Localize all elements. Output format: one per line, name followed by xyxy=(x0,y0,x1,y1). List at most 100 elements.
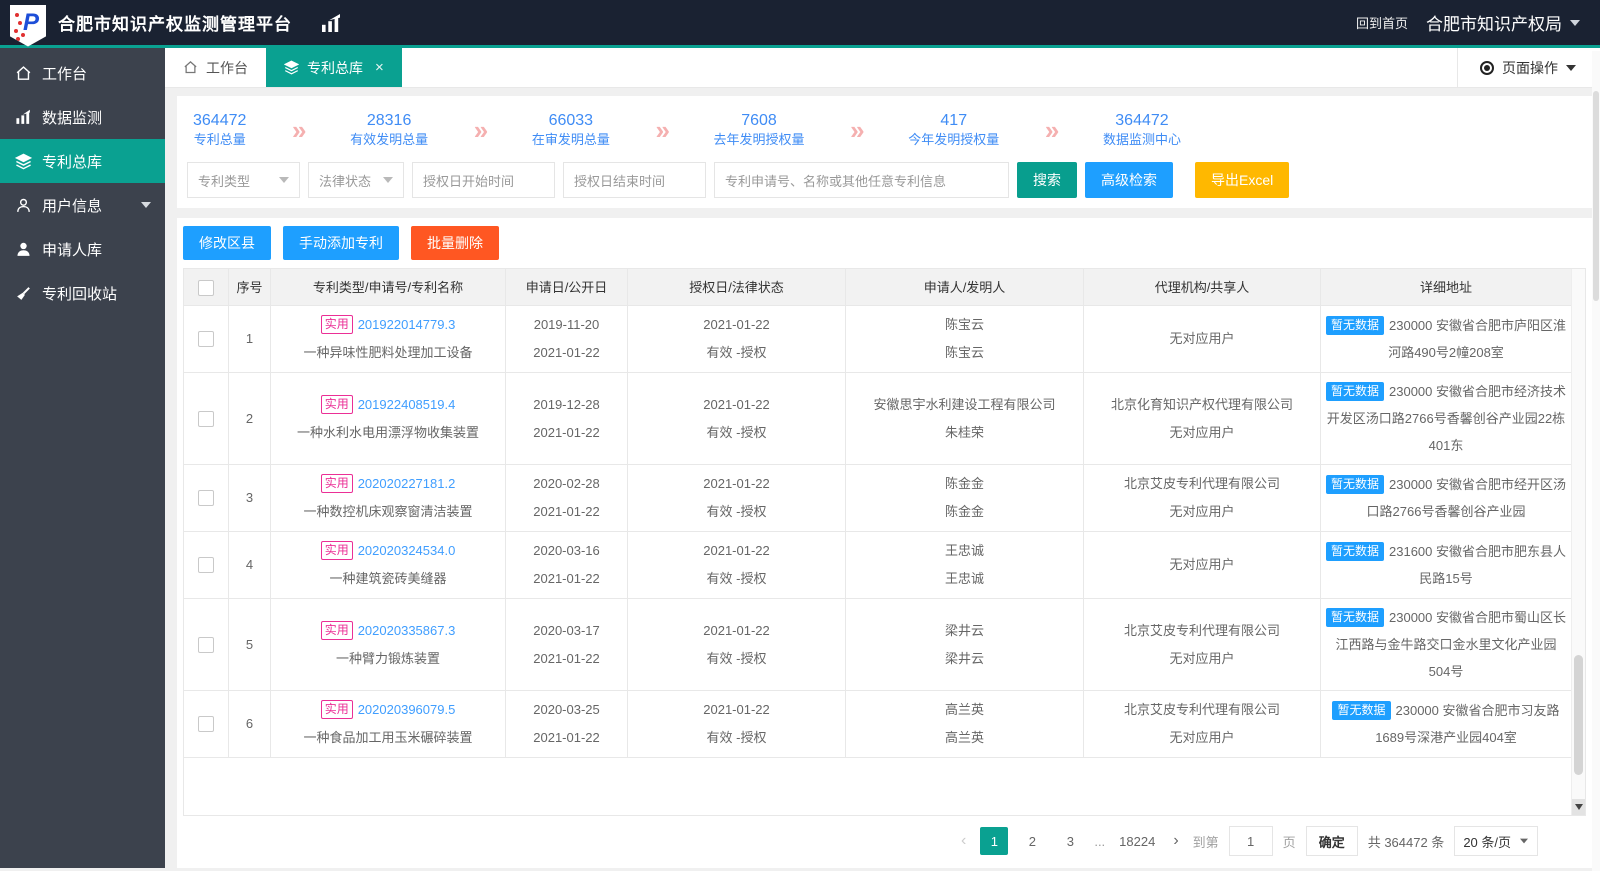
grant-date-start-input[interactable]: 授权日开始时间 xyxy=(412,162,555,198)
patent-name: 一种水利水电用漂浮物收集装置 xyxy=(297,419,479,447)
stat-thisyear-grant[interactable]: 417 今年发明授权量 xyxy=(902,111,1005,149)
advanced-search-button[interactable]: 高级检索 xyxy=(1085,162,1173,198)
sharer: 无对应用户 xyxy=(1169,724,1234,752)
stat-valid-invention[interactable]: 28316 有效发明总量 xyxy=(344,111,434,149)
grant-date-end-input[interactable]: 授权日结束时间 xyxy=(563,162,706,198)
address-text: 230000 安徽省合肥市庐阳区淮河路490号2幢208室 xyxy=(1388,318,1566,360)
row-checkbox-cell xyxy=(184,306,229,372)
batch-delete-button[interactable]: 批量删除 xyxy=(411,226,499,260)
patent-number-link[interactable]: 202020227181.2 xyxy=(358,476,456,491)
row-checkbox-cell xyxy=(184,532,229,598)
page-button-3[interactable]: 3 xyxy=(1056,827,1084,855)
header-cell: 授权日/法律状态 xyxy=(628,269,846,307)
sidebar: 工作台 数据监测 专利总库 用户信息 申请人库 专利回收站 xyxy=(0,48,165,868)
inventor: 陈宝云 xyxy=(945,339,984,367)
address-text: 230000 安徽省合肥市习友路1689号深港产业园404室 xyxy=(1375,703,1559,745)
patent-number-link[interactable]: 201922014779.3 xyxy=(358,317,456,332)
scroll-down-arrow-icon[interactable] xyxy=(1572,799,1586,815)
patent-cell: 实用202020227181.2 一种数控机床观察窗清洁装置 xyxy=(271,465,506,531)
next-page-icon[interactable]: › xyxy=(1169,832,1182,850)
sidebar-item-data-monitor[interactable]: 数据监测 xyxy=(0,95,165,139)
grant-status-cell: 2021-01-22 有效 -授权 xyxy=(628,373,846,464)
patent-number-link[interactable]: 201922408519.4 xyxy=(358,397,456,412)
patent-number-link[interactable]: 202020335867.3 xyxy=(358,623,456,638)
select-placeholder: 法律状态 xyxy=(319,171,371,190)
page-button-last[interactable]: 18224 xyxy=(1115,827,1159,855)
apply-date: 2019-12-28 xyxy=(533,391,600,419)
sidebar-item-user-info[interactable]: 用户信息 xyxy=(0,183,165,227)
add-patent-button[interactable]: 手动添加专利 xyxy=(283,226,399,260)
grant-status-cell: 2021-01-22 有效 -授权 xyxy=(628,599,846,690)
patent-type-badge: 实用 xyxy=(321,621,353,640)
patent-number-link[interactable]: 202020324534.0 xyxy=(358,543,456,558)
sidebar-item-workbench[interactable]: 工作台 xyxy=(0,51,165,95)
sidebar-item-recycle-bin[interactable]: 专利回收站 xyxy=(0,271,165,315)
page-button-1[interactable]: 1 xyxy=(980,827,1008,855)
row-checkbox[interactable] xyxy=(198,490,214,506)
address-cell: 暂无数据231600 安徽省合肥市肥东县人民路15号 xyxy=(1321,532,1571,598)
row-checkbox[interactable] xyxy=(198,716,214,732)
tab-workbench[interactable]: 工作台 xyxy=(165,48,266,87)
dates-cell: 2020-03-16 2021-01-22 xyxy=(506,532,628,598)
sharer: 无对应用户 xyxy=(1169,551,1234,579)
patent-name: 一种异味性肥料处理加工设备 xyxy=(303,339,472,367)
export-excel-button[interactable]: 导出Excel xyxy=(1195,162,1289,198)
back-to-home-link[interactable]: 回到首页 xyxy=(1356,13,1408,32)
grant-status-cell: 2021-01-22 有效 -授权 xyxy=(628,465,846,531)
applicant: 陈金金 xyxy=(945,470,984,498)
stat-patent-total[interactable]: 364472 专利总量 xyxy=(187,111,252,149)
table-row: 5 实用202020335867.3 一种臂力锻炼装置 2020-03-17 2… xyxy=(184,599,1571,691)
org-name: 合肥市知识产权局 xyxy=(1426,10,1562,35)
patent-type-select[interactable]: 专利类型 xyxy=(187,162,300,198)
grant-status-cell: 2021-01-22 有效 -授权 xyxy=(628,306,846,372)
address-text: 231600 安徽省合肥市肥东县人民路15号 xyxy=(1389,544,1566,586)
stat-lastyear-grant[interactable]: 7608 去年发明授权量 xyxy=(708,111,811,149)
legal-status-select[interactable]: 法律状态 xyxy=(308,162,404,198)
inventor: 朱桂荣 xyxy=(945,419,984,447)
filter-row: 专利类型 法律状态 授权日开始时间 授权日结束时间 专利申请号、名称或其他任 xyxy=(187,162,1576,198)
table-scrollbar[interactable] xyxy=(1571,269,1585,815)
select-all-checkbox[interactable] xyxy=(198,280,214,296)
stat-data-monitor-center[interactable]: 364472 数据监测中心 xyxy=(1097,111,1187,149)
close-icon[interactable]: × xyxy=(375,59,384,76)
page-scrollbar-thumb[interactable] xyxy=(1593,91,1599,301)
tab-patent-db[interactable]: 专利总库 × xyxy=(266,48,402,87)
per-page-select[interactable]: 20 条/页 xyxy=(1454,826,1538,856)
address-cell: 暂无数据230000 安徽省合肥市庐阳区淮河路490号2幢208室 xyxy=(1321,306,1571,372)
row-index: 2 xyxy=(229,373,271,464)
patent-number-link[interactable]: 202020396079.5 xyxy=(358,702,456,717)
page-scrollbar[interactable] xyxy=(1592,51,1600,871)
search-input[interactable]: 专利申请号、名称或其他任意专利信息 xyxy=(714,162,1009,198)
agency-cell: 北京化育知识产权代理有限公司 无对应用户 xyxy=(1084,373,1321,464)
sidebar-item-patent-db[interactable]: 专利总库 xyxy=(0,139,165,183)
prev-page-icon[interactable]: ‹ xyxy=(957,832,970,850)
people-cell: 安徽思宇水利建设工程有限公司 朱桂荣 xyxy=(846,373,1084,464)
agency-cell: 北京艾皮专利代理有限公司 无对应用户 xyxy=(1084,599,1321,690)
confirm-button[interactable]: 确定 xyxy=(1306,826,1358,856)
dates-cell: 2020-02-28 2021-01-22 xyxy=(506,465,628,531)
table-body: 1 实用201922014779.3 一种异味性肥料处理加工设备 2019-11… xyxy=(184,306,1571,758)
row-index: 3 xyxy=(229,465,271,531)
sidebar-item-applicant-db[interactable]: 申请人库 xyxy=(0,227,165,271)
row-checkbox[interactable] xyxy=(198,557,214,573)
goto-page-input[interactable] xyxy=(1229,826,1273,856)
search-button[interactable]: 搜索 xyxy=(1017,162,1077,198)
row-checkbox[interactable] xyxy=(198,411,214,427)
row-checkbox[interactable] xyxy=(198,637,214,653)
stat-value: 417 xyxy=(908,111,999,131)
stat-pending-invention[interactable]: 66033 在审发明总量 xyxy=(526,111,616,149)
patent-name: 一种食品加工用玉米碾碎装置 xyxy=(303,724,472,752)
org-menu[interactable]: 合肥市知识产权局 xyxy=(1426,10,1580,35)
edit-district-button[interactable]: 修改区县 xyxy=(183,226,271,260)
sidebar-item-label: 数据监测 xyxy=(42,107,102,128)
patent-cell: 实用 201922014779.3 一种异味性肥料处理加工设备 xyxy=(271,306,506,372)
patent-type-badge: 实用 xyxy=(321,315,353,334)
page-actions-menu[interactable]: 页面操作 xyxy=(1457,48,1600,87)
row-checkbox[interactable] xyxy=(198,331,214,347)
stat-label: 今年发明授权量 xyxy=(908,131,999,149)
sharer: 无对应用户 xyxy=(1169,419,1234,447)
publish-date: 2021-01-22 xyxy=(533,724,600,752)
publish-date: 2021-01-22 xyxy=(533,339,600,367)
scrollbar-thumb[interactable] xyxy=(1574,655,1583,775)
page-button-2[interactable]: 2 xyxy=(1018,827,1046,855)
